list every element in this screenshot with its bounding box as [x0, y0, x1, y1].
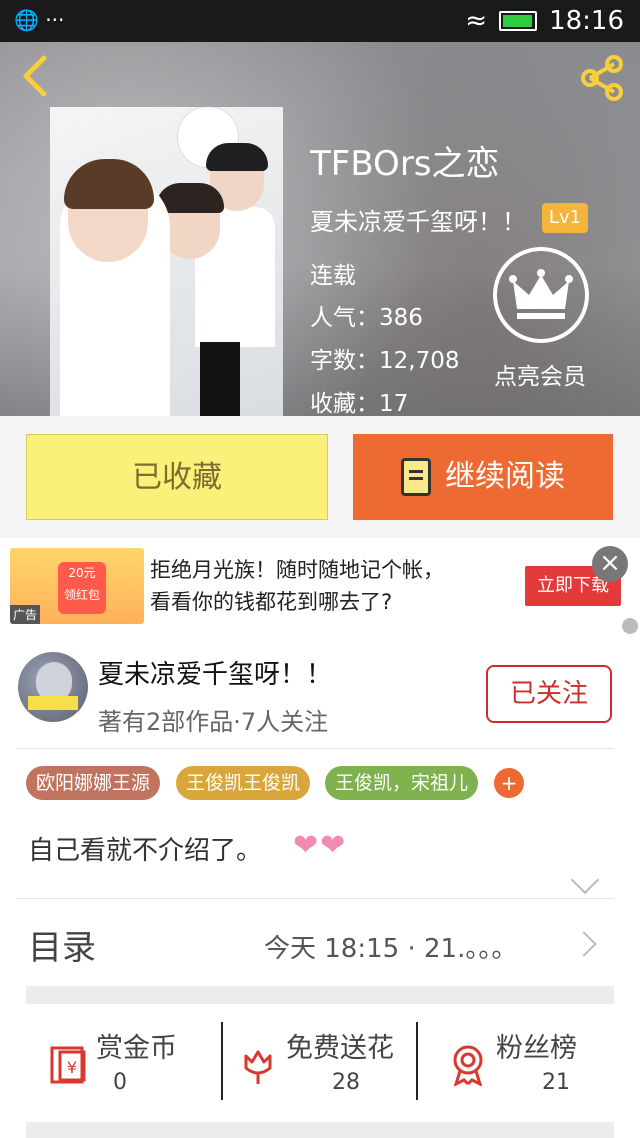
battery-icon [499, 11, 538, 31]
stat-value: 21 [542, 1070, 570, 1095]
book-popularity: 人气：386 [310, 305, 423, 331]
ad-image: 20元领红包 广告 [10, 548, 144, 624]
continue-reading-button[interactable]: 继续阅读 [353, 434, 613, 520]
book-favorites: 收藏：17 [310, 391, 409, 417]
back-chevron-icon[interactable] [18, 54, 50, 98]
notification-dots: ··· [45, 8, 65, 32]
book-icon [401, 458, 431, 496]
wifi-icon: ≈ [465, 6, 488, 36]
fan-rank-button[interactable]: 粉丝榜 21 [436, 1026, 632, 1106]
reward-coin-button[interactable]: ¥ 赏金币 0 [36, 1026, 232, 1106]
share-icon[interactable] [578, 54, 626, 102]
stat-value: 28 [332, 1070, 360, 1095]
ad-tag: 广告 [10, 605, 41, 624]
send-flower-button[interactable]: 免费送花 28 [226, 1026, 422, 1106]
ad-close-icon[interactable]: × [592, 546, 628, 582]
author-name[interactable]: 夏未凉爱千玺呀！！ [98, 654, 332, 691]
divider [16, 898, 614, 899]
add-tag-icon[interactable]: + [494, 768, 524, 798]
follow-button[interactable]: 已关注 [486, 665, 612, 723]
separator [221, 1022, 223, 1100]
globe-icon: 🌐 ··· [14, 8, 65, 32]
status-time: 18:16 [549, 6, 624, 36]
medal-icon [453, 1045, 483, 1086]
collected-button[interactable]: 已收藏 [26, 434, 328, 520]
book-intro: 自己看就不介绍了。 [28, 836, 263, 866]
ad-text: 拒绝月光族！随时随地记个帐， 看看你的钱都花到哪去了? [150, 554, 444, 618]
section-divider [26, 986, 614, 1004]
level-badge: Lv1 [542, 203, 588, 233]
vip-label[interactable]: 点亮会员 [494, 357, 586, 391]
stat-value: 0 [113, 1070, 127, 1095]
section-divider [26, 1122, 614, 1138]
stat-label: 赏金币 [96, 1033, 177, 1064]
heart-icons: ❤❤ [293, 828, 348, 863]
stat-label: 粉丝榜 [496, 1033, 577, 1064]
ad-info-icon[interactable] [622, 618, 638, 634]
author-avatar[interactable] [18, 652, 88, 722]
book-status: 连载 [310, 263, 356, 289]
toc-latest-update[interactable]: 今天 18:15 · 21.。。。 [264, 928, 517, 965]
ad-line-1: 拒绝月光族！随时随地记个帐， [150, 558, 444, 582]
vip-button[interactable] [493, 247, 589, 343]
tag-item[interactable]: 王俊凯，宋祖儿 [325, 766, 479, 800]
status-bar: 🌐 ··· ≈ 18:16 [0, 0, 640, 42]
toc-label[interactable]: 目录 [28, 920, 96, 969]
ad-image-amount: 20元 [68, 566, 96, 580]
book-cover-image [50, 107, 283, 416]
divider [16, 748, 614, 749]
continue-reading-label: 继续阅读 [445, 459, 565, 494]
tag-item[interactable]: 王俊凯王俊凯 [176, 766, 311, 800]
stat-label: 免费送花 [286, 1033, 394, 1064]
status-right: ≈ 18:16 [465, 6, 624, 36]
book-title: TFBOrs之恋 [310, 144, 500, 184]
ad-image-label: 领红包 [63, 588, 100, 602]
crown-icon [509, 269, 573, 319]
tag-item[interactable]: 欧阳娜娜王源 [26, 766, 161, 800]
separator [416, 1022, 418, 1100]
flower-icon [244, 1050, 272, 1084]
book-author[interactable]: 夏未凉爱千玺呀！！ [310, 202, 526, 237]
book-word-count: 字数：12,708 [310, 348, 460, 374]
ad-line-2: 看看你的钱都花到哪去了? [150, 590, 393, 614]
author-stats: 著有2部作品·7人关注 [98, 708, 329, 736]
